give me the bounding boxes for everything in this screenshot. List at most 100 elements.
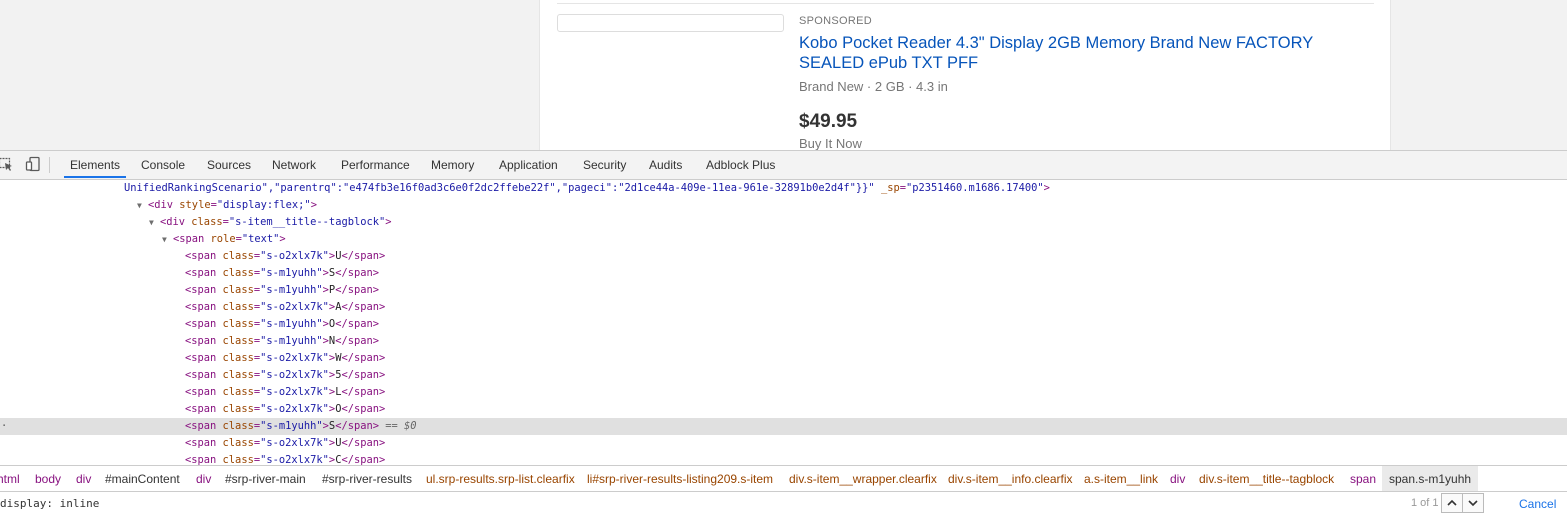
tag-open: <span (185, 250, 217, 262)
dom-node-span[interactable]: <span class="s-o2xlx7k">O</span> (0, 401, 1567, 418)
tag-open: <span (185, 454, 217, 465)
dom-node-span[interactable]: <span class="s-o2xlx7k">U</span> (0, 435, 1567, 452)
tab-security[interactable]: Security (577, 151, 632, 178)
tab-console[interactable]: Console (135, 151, 191, 178)
dom-node-span[interactable]: <span class="s-o2xlx7k">L</span> (0, 384, 1567, 401)
expand-triangle-icon[interactable]: ▼ (162, 231, 173, 248)
attr-name: class (222, 386, 254, 398)
breadcrumb-item[interactable]: div (1170, 466, 1185, 492)
tab-audits[interactable]: Audits (643, 151, 688, 178)
breadcrumb-item[interactable]: html (0, 466, 20, 492)
tag-end: </span> (335, 335, 379, 347)
dom-node-span-selected[interactable]: · <span class="s-m1yuhh">S</span> == $0 (0, 418, 1567, 435)
attr-name: style (179, 199, 211, 211)
attr-value: "s-o2xlx7k" (260, 386, 329, 398)
attr-value: "text" (241, 233, 280, 245)
attr-name: class (222, 403, 254, 415)
breadcrumb-item[interactable]: div.s-item__info.clearfix (948, 466, 1073, 492)
tag-close: > (279, 233, 286, 245)
attr-value: "p2351460.m1686.17400" (906, 182, 1044, 194)
attr-name: class (222, 301, 254, 313)
web-page: SPONSORED Kobo Pocket Reader 4.3" Displa… (0, 0, 1567, 150)
breadcrumb-item[interactable]: div (196, 466, 211, 492)
tab-memory[interactable]: Memory (425, 151, 480, 178)
devtools-tabbar: Elements Console Sources Network Perform… (0, 151, 1567, 180)
breadcrumb-item[interactable]: div.s-item__title--tagblock (1199, 466, 1334, 492)
search-cancel-button[interactable]: Cancel (1519, 497, 1556, 511)
tab-network[interactable]: Network (266, 151, 322, 178)
attr-name: class (222, 437, 254, 449)
tag-close: > (310, 199, 317, 211)
tag-end: </span> (335, 284, 379, 296)
attr-value: "s-o2xlx7k" (260, 250, 329, 262)
dom-node-tagblock-div[interactable]: ▼ <div class="s-item__title--tagblock"> (0, 214, 1567, 231)
tag-end: </span> (335, 267, 379, 279)
dom-node-span[interactable]: <span class="s-m1yuhh">O</span> (0, 316, 1567, 333)
chevron-up-icon (1447, 499, 1457, 506)
breadcrumb-item[interactable]: span (1350, 466, 1376, 492)
expand-triangle-icon[interactable]: ▼ (137, 197, 148, 214)
attr-value: "s-o2xlx7k" (260, 454, 329, 465)
search-prev-button[interactable] (1441, 493, 1463, 513)
select-element-icon[interactable] (0, 156, 14, 172)
tag-open: <span (185, 403, 217, 415)
dom-search-input[interactable] (0, 495, 800, 511)
dom-node-span[interactable]: <span class="s-o2xlx7k">C</span> (0, 452, 1567, 465)
dom-node-flex-div[interactable]: ▼ <div style="display:flex;"> (0, 197, 1567, 214)
dom-node-attributes-line[interactable]: UnifiedRankingScenario","parentrq":"e474… (0, 180, 1567, 197)
attr-name: class (222, 369, 254, 381)
attr-value: "s-m1yuhh" (260, 420, 323, 432)
breadcrumb-item[interactable]: span.s-m1yuhh (1382, 466, 1479, 492)
tag-end: </span> (341, 403, 386, 415)
breadcrumb-item[interactable]: #srp-river-results (322, 466, 412, 492)
dom-breadcrumb: htmlbodydiv#mainContentdiv#srp-river-mai… (0, 465, 1567, 492)
tag-end: </span> (341, 437, 386, 449)
search-next-button[interactable] (1462, 493, 1484, 513)
breadcrumb-item[interactable]: div (76, 466, 91, 492)
attr-value: "s-item__title--tagblock" (228, 216, 386, 228)
breadcrumb-item[interactable]: #srp-river-main (225, 466, 306, 492)
breadcrumb-item[interactable]: li#srp-river-results-listing209.s-item (587, 466, 773, 492)
tag-end: </span> (335, 318, 379, 330)
dom-node-span[interactable]: <span class="s-m1yuhh">N</span> (0, 333, 1567, 350)
dom-node-span[interactable]: <span class="s-o2xlx7k">U</span> (0, 248, 1567, 265)
tab-adblock-plus[interactable]: Adblock Plus (700, 151, 781, 178)
tag-end: </span> (341, 352, 386, 364)
breadcrumb-item[interactable]: #mainContent (105, 466, 180, 492)
selected-node-marker: == $0 (385, 420, 417, 432)
tag-close: > (1043, 182, 1050, 194)
tag-open: <span (173, 233, 205, 245)
attr-value: "s-o2xlx7k" (260, 369, 329, 381)
selected-node-ellipsis[interactable]: · (1, 418, 7, 435)
dom-node-span[interactable]: <span class="s-o2xlx7k">5</span> (0, 367, 1567, 384)
dom-node-span[interactable]: <span class="s-o2xlx7k">A</span> (0, 299, 1567, 316)
dom-node-text-span[interactable]: ▼ <span role="text"> (0, 231, 1567, 248)
item-info: SPONSORED Kobo Pocket Reader 4.3" Displa… (799, 15, 1379, 150)
expand-triangle-icon[interactable]: ▼ (149, 214, 160, 231)
breadcrumb-item[interactable]: ul.srp-results.srp-list.clearfix (426, 466, 575, 492)
dom-node-span[interactable]: <span class="s-o2xlx7k">W</span> (0, 350, 1567, 367)
breadcrumb-item[interactable]: div.s-item__wrapper.clearfix (789, 466, 937, 492)
attr-value: "s-m1yuhh" (260, 318, 323, 330)
dom-node-span[interactable]: <span class="s-m1yuhh">S</span> (0, 265, 1567, 282)
attr-name: _sp (880, 182, 900, 194)
tag-open: <span (185, 335, 217, 347)
item-title-link[interactable]: Kobo Pocket Reader 4.3" Display 2GB Memo… (799, 33, 1379, 73)
attr-value: "s-o2xlx7k" (260, 301, 329, 313)
elements-tree: UnifiedRankingScenario","parentrq":"e474… (0, 180, 1567, 465)
tab-elements[interactable]: Elements (64, 151, 127, 178)
tab-performance[interactable]: Performance (335, 151, 416, 178)
tab-sources[interactable]: Sources (201, 151, 257, 178)
divider (557, 3, 1374, 4)
attr-name: class (222, 267, 254, 279)
item-price: $49.95 (799, 111, 858, 132)
search-results-panel: SPONSORED Kobo Pocket Reader 4.3" Displa… (539, 0, 1391, 150)
tab-application[interactable]: Application (493, 151, 564, 178)
device-toggle-icon[interactable] (25, 156, 41, 172)
item-image-placeholder[interactable] (557, 14, 784, 32)
attr-value: "s-m1yuhh" (260, 335, 323, 347)
dom-node-span[interactable]: <span class="s-m1yuhh">P</span> (0, 282, 1567, 299)
breadcrumb-item[interactable]: a.s-item__link (1084, 466, 1158, 492)
breadcrumb-item[interactable]: body (35, 466, 61, 492)
attr-name: class (222, 454, 254, 465)
